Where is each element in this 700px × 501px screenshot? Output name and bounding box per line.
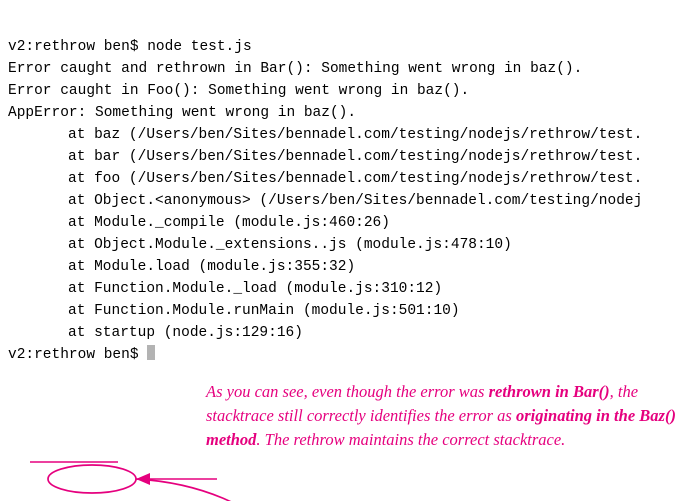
prompt-line-2: v2:rethrow ben$ (8, 347, 155, 363)
stack-line: at bar (/Users/ben/Sites/bennadel.com/te… (8, 149, 642, 165)
note-bold: rethrown in Bar() (489, 382, 610, 401)
stack-line: at startup (node.js:129:16) (8, 325, 303, 341)
prompt: v2:rethrow ben$ (8, 347, 147, 363)
cursor-icon (147, 345, 155, 360)
note-text: . The rethrow maintains the correct stac… (256, 430, 565, 449)
stack-line: at Function.Module._load (module.js:310:… (8, 281, 442, 297)
stack-line: at Object.Module._extensions..js (module… (8, 237, 512, 253)
output-line: AppError: Something went wrong in baz(). (8, 105, 356, 121)
stack-line: at foo (/Users/ben/Sites/bennadel.com/te… (8, 171, 642, 187)
prompt: v2:rethrow ben$ (8, 39, 147, 55)
stack-line: at Module._compile (module.js:460:26) (8, 215, 390, 231)
annotation-note: As you can see, even though the error wa… (206, 380, 676, 452)
command: node test.js (147, 39, 251, 55)
stack-line: at Object.<anonymous> (/Users/ben/Sites/… (8, 193, 642, 209)
stack-line: at Module.load (module.js:355:32) (8, 259, 355, 275)
output-line: Error caught and rethrown in Bar(): Some… (8, 61, 582, 77)
stack-line: at baz (/Users/ben/Sites/bennadel.com/te… (8, 127, 642, 143)
output-line: Error caught in Foo(): Something went wr… (8, 83, 469, 99)
terminal-output: v2:rethrow ben$ node test.js Error caugh… (0, 0, 700, 366)
prompt-line-1: v2:rethrow ben$ node test.js (8, 39, 252, 55)
stack-line: at Function.Module.runMain (module.js:50… (8, 303, 460, 319)
note-text: As you can see, even though the error wa… (206, 382, 489, 401)
